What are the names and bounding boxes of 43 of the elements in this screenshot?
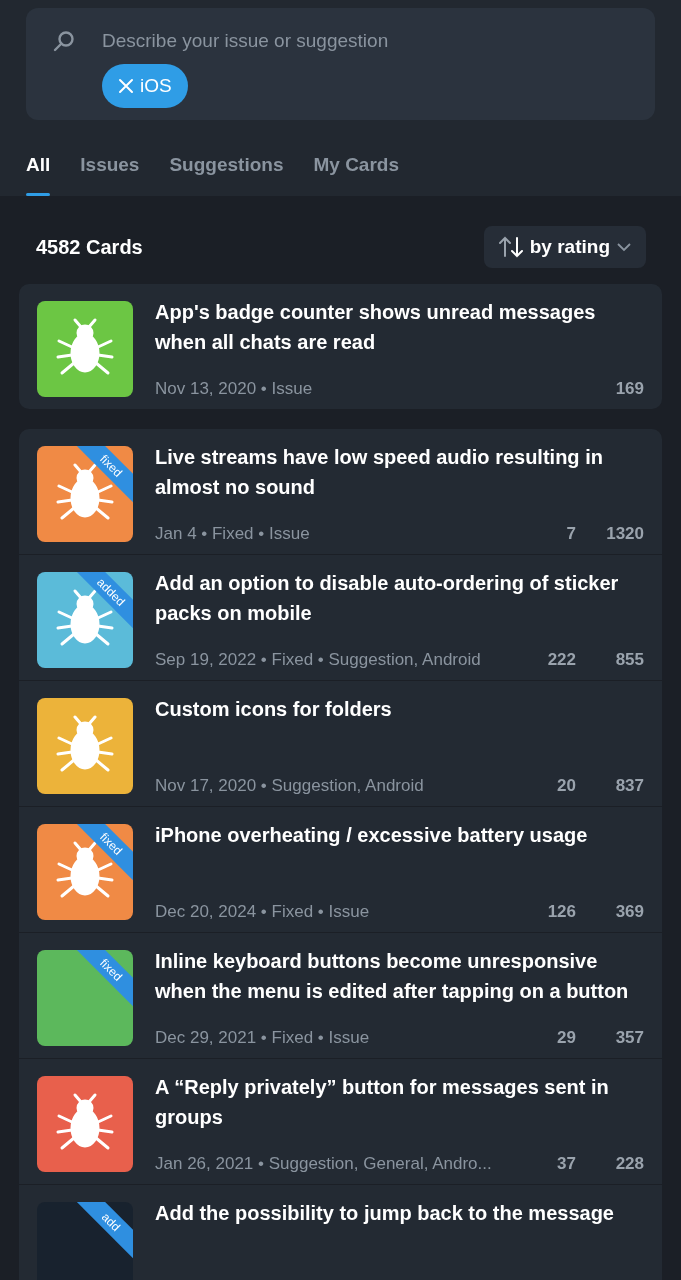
card-stat: 837 <box>614 776 644 796</box>
card-title: A “Reply privately” button for messages sent in groups <box>155 1075 610 1130</box>
card-stat: 169 <box>614 379 644 399</box>
card-item[interactable]: add Add the possibility to jump back to the message <box>19 1184 662 1280</box>
card-meta: Nov 13, 2020 • Issue <box>155 379 314 399</box>
tab[interactable]: Suggestions <box>169 150 284 196</box>
chevron-down-icon <box>616 242 632 252</box>
card-meta: Dec 29, 2021 • Fixed • Issue <box>155 1028 371 1048</box>
card-item[interactable]: Custom icons for folders Nov 17, 2020 • Suggestion, Android 20 837 <box>19 680 662 806</box>
card-stat: 222 <box>546 650 576 670</box>
card-item[interactable]: A “Reply privately” button for messages sent in groups Jan 26, 2021 • Suggestion, General, Andro... 37 228 <box>19 1058 662 1184</box>
card-stat: 20 <box>556 776 576 796</box>
card-title: App's badge counter shows unread messages when all chats are read <box>155 300 597 355</box>
tab[interactable]: Issues <box>80 150 140 196</box>
card-title: Inline keyboard buttons become unresponsive when the menu is edited after tapping on a button <box>155 949 630 1004</box>
card-title: Add an option to disable auto-ordering of sticker packs on mobile <box>155 571 620 626</box>
cards-count: 4582 Cards <box>36 235 143 259</box>
card-meta: Dec 20, 2024 • Fixed • Issue <box>155 902 371 922</box>
card-stat: 369 <box>614 902 644 922</box>
card-meta: Nov 17, 2020 • Suggestion, Android <box>155 776 425 796</box>
card-stat: 37 <box>556 1154 576 1174</box>
card-item[interactable]: App's badge counter shows unread messages when all chats are read Nov 13, 2020 • Issue 169 <box>19 284 662 409</box>
card-meta: Sep 19, 2022 • Fixed • Suggestion, Android <box>155 650 482 670</box>
card-title: Add the possibility to jump back to the message <box>155 1201 615 1226</box>
card-stat: 1320 <box>605 524 644 544</box>
search-field[interactable]: Describe your issue or suggestion <box>102 26 635 56</box>
card-title: Custom icons for folders <box>155 697 393 722</box>
card-stat: 855 <box>614 650 644 670</box>
card-title: Live streams have low speed audio resulting in almost no sound <box>155 445 604 500</box>
card-stat: 29 <box>556 1028 576 1048</box>
card-stat: 126 <box>546 902 576 922</box>
search-icon <box>52 29 76 53</box>
close-icon[interactable] <box>118 78 134 94</box>
card-stat: 7 <box>565 524 576 544</box>
tab[interactable]: All <box>26 150 51 196</box>
card-stat: 357 <box>614 1028 644 1048</box>
card-meta: Jan 26, 2021 • Suggestion, General, Andro... <box>155 1154 493 1174</box>
sort-arrows-icon <box>497 236 524 258</box>
card-meta: Jan 4 • Fixed • Issue <box>155 524 311 544</box>
card-title: iPhone overheating / excessive battery usage <box>155 823 589 848</box>
sort-button[interactable]: by rating <box>483 226 646 268</box>
card-stat: 228 <box>614 1154 644 1174</box>
tab[interactable]: My Cards <box>313 150 399 196</box>
